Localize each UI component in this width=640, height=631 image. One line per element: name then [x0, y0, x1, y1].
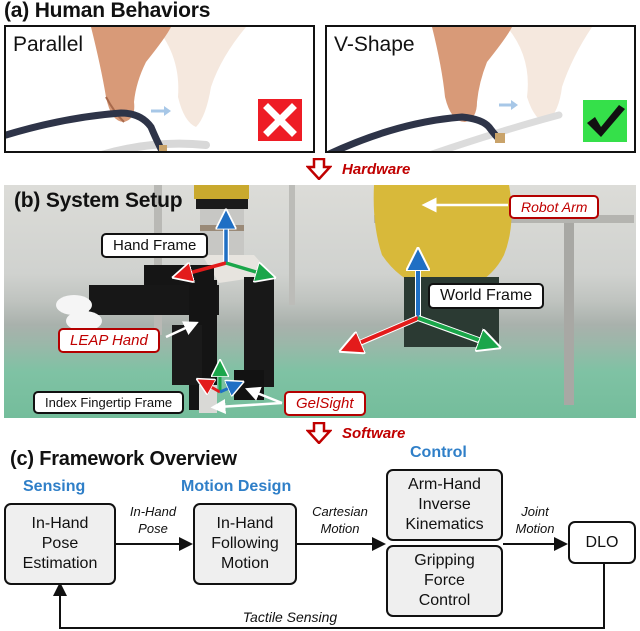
dlo-block: DLO — [568, 521, 636, 564]
following-motion-line-1: In-Hand — [216, 515, 274, 532]
cartesian-motion-line-2: Motion — [320, 520, 360, 536]
pose-estimation-line-2: Pose — [41, 535, 79, 552]
inverse-kinematics-line-1: Arm-Hand — [408, 476, 481, 493]
gripping-force-line-1: Gripping — [414, 552, 475, 569]
gripping-force-line-3: Control — [418, 592, 471, 609]
following-motion-line-3: Motion — [220, 555, 270, 572]
inverse-kinematics-block: Arm-Hand Inverse Kinematics — [386, 469, 503, 541]
cartesian-motion-line-1: Cartesian — [312, 504, 368, 519]
dlo-label: DLO — [585, 533, 619, 551]
in-hand-pose-line-1: In-Hand — [129, 504, 177, 519]
gripping-force-line-2: Force — [424, 572, 465, 589]
inverse-kinematics-line-3: Kinematics — [405, 516, 484, 533]
pose-estimation-line-1: In-Hand — [31, 515, 89, 532]
in-hand-pose-label: In-Hand Pose — [118, 504, 188, 538]
tactile-sensing-label: Tactile Sensing — [242, 609, 338, 625]
joint-motion-label: Joint Motion — [505, 504, 565, 538]
pose-estimation-line-3: Estimation — [22, 555, 98, 572]
following-motion-line-2: Following — [211, 535, 279, 552]
gripping-force-block: Gripping Force Control — [386, 545, 503, 617]
inverse-kinematics-line-2: Inverse — [418, 496, 471, 513]
in-hand-pose-line-2: Pose — [138, 520, 168, 536]
following-motion-block: In-Hand Following Motion — [193, 503, 297, 585]
pose-estimation-block: In-Hand Pose Estimation — [4, 503, 116, 585]
cartesian-motion-label: Cartesian Motion — [300, 504, 380, 538]
joint-motion-line-1: Joint — [521, 504, 549, 519]
joint-motion-line-2: Motion — [515, 520, 555, 536]
